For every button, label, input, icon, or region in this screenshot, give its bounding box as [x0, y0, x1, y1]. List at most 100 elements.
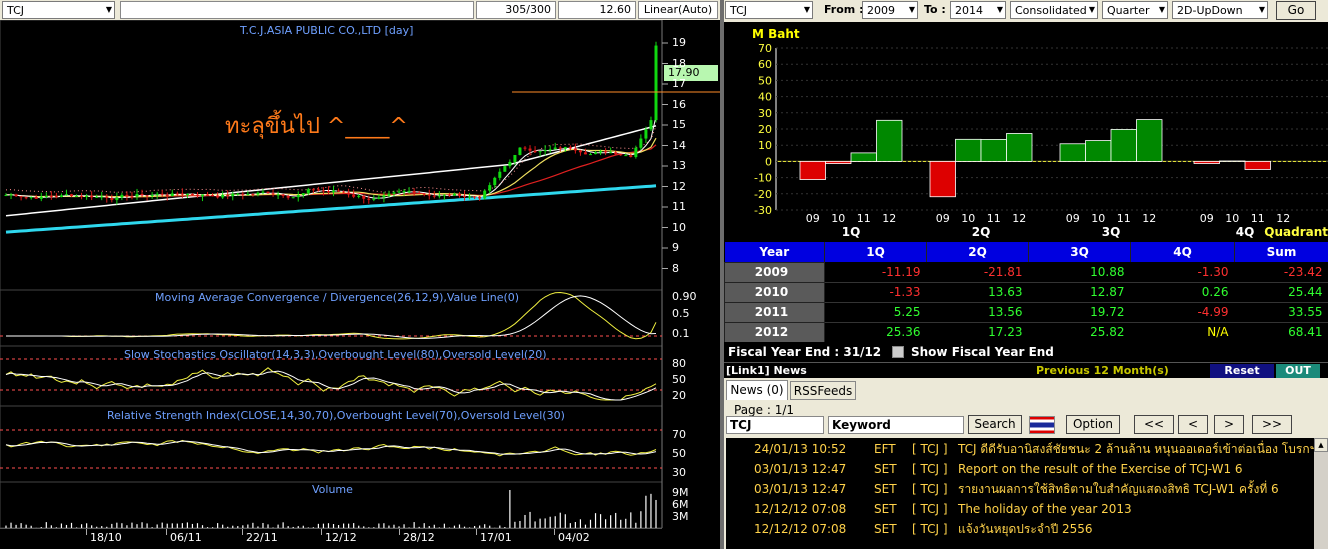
candle-body: [296, 195, 300, 198]
news-item[interactable]: 03/01/13 12:47 SET [ TCJ ] Report on the re…: [754, 459, 1243, 479]
keyword-input[interactable]: Keyword: [828, 416, 964, 434]
quarter-bar: [980, 139, 1007, 162]
candle-body: [583, 152, 587, 155]
y-tick: -30: [754, 204, 772, 217]
chevron-down-icon: ▼: [1158, 5, 1165, 14]
value-cell: 10.88: [1028, 262, 1131, 283]
table-header[interactable]: 4Q: [1130, 242, 1235, 262]
volume-panel[interactable]: [0, 482, 720, 528]
candle-body: [478, 196, 482, 199]
show-fiscal-checkbox[interactable]: [892, 346, 904, 358]
macd-tick: 0.1: [672, 327, 690, 340]
table-header[interactable]: Sum: [1234, 242, 1328, 262]
consolidated-combo[interactable]: Consolidated ▼: [1010, 1, 1098, 19]
news-sym: [ TCJ ]: [912, 482, 948, 496]
thai-flag-icon[interactable]: [1029, 416, 1055, 434]
go-button[interactable]: Go: [1276, 1, 1316, 20]
fund-symbol-combo[interactable]: TCJ ▼: [725, 1, 813, 19]
quarter-bar: [876, 119, 903, 162]
next-page-button[interactable]: >: [1214, 415, 1244, 434]
news-item[interactable]: 24/01/13 10:52 EFT [ TCJ ] TCJ ดีดีรับอานิส…: [754, 439, 1314, 459]
from-year-combo[interactable]: 2009 ▼: [862, 1, 918, 19]
candle-body: [649, 120, 653, 130]
scroll-up-icon[interactable]: ▲: [1314, 438, 1328, 452]
candle-body: [654, 45, 658, 121]
news-item[interactable]: 03/01/13 12:47 SET [ TCJ ] รายงานผลการใช้สิ…: [754, 479, 1279, 499]
candle-body: [614, 152, 618, 155]
table-row[interactable]: 2011 5.25 13.56 19.72 -4.99 33.55: [724, 301, 1328, 323]
candle-body: [120, 194, 124, 198]
group-label: 3Q: [1102, 225, 1121, 239]
table-header[interactable]: 3Q: [1028, 242, 1131, 262]
first-page-button[interactable]: <<: [1134, 415, 1174, 434]
table-header[interactable]: 1Q: [824, 242, 927, 262]
date-tick-mark: [242, 529, 243, 535]
candle-body: [387, 193, 391, 196]
candle-body: [75, 195, 79, 197]
candle-body: [523, 147, 527, 149]
candle-body: [392, 192, 396, 194]
quarter-bar: [825, 160, 852, 164]
candle-body: [14, 194, 18, 197]
date-tick-mark: [554, 529, 555, 535]
candle-body: [437, 195, 441, 197]
quarterly-chart[interactable]: 70 60 50 40 30 20 10 0 -10 -20 -30 09 10 11 12 1Q 09 10 11…: [724, 22, 1328, 242]
year-cell: 2011: [724, 301, 825, 323]
year-tick: 10: [831, 212, 845, 225]
price-panel[interactable]: [0, 20, 720, 290]
candle-body: [568, 147, 572, 149]
reset-button[interactable]: Reset: [1210, 364, 1274, 378]
news-scrollbar[interactable]: ▲: [1314, 438, 1328, 549]
candle-body: [639, 138, 643, 148]
tab-rssfeeds[interactable]: RSSFeeds: [790, 381, 856, 400]
candle-body: [427, 194, 431, 196]
table-header[interactable]: Year: [724, 242, 825, 262]
chart-mode-combo[interactable]: 2D-UpDown ▼: [1172, 1, 1268, 19]
option-button[interactable]: Option: [1066, 415, 1120, 434]
table-header[interactable]: 2Q: [926, 242, 1029, 262]
macd-tick: 0.90: [672, 290, 697, 303]
price-tick: 13: [672, 159, 686, 172]
volume-title: Volume: [312, 483, 353, 496]
stochastic-tick: 20: [672, 389, 686, 402]
date-tick-mark: [321, 529, 322, 535]
table-row[interactable]: 2009 -11.19 -21.81 10.88 -1.30 -23.42: [724, 261, 1328, 283]
price-tick: 17: [672, 77, 686, 90]
candle-body: [513, 154, 517, 162]
price-tick: 15: [672, 118, 686, 131]
candle-body: [44, 195, 48, 197]
quarter-table: Year 1Q 2Q 3Q 4Q Sum 2009 -11.19 -21.81 10.88 -1.…: [724, 242, 1328, 343]
candle-body: [130, 196, 134, 198]
table-row[interactable]: 2010 -1.33 13.63 12.87 0.26 25.44: [724, 281, 1328, 303]
y-tick: -20: [754, 188, 772, 201]
year-tick: 12: [1276, 212, 1290, 225]
chart-title: T.C.J.ASIA PUBLIC CO.,LTD [day]: [240, 24, 414, 37]
period-combo[interactable]: Quarter ▼: [1102, 1, 1168, 19]
news-item[interactable]: 12/12/12 07:08 SET [ TCJ ] แจ้งวันหยุดประจำ…: [754, 519, 1093, 539]
scale-mode[interactable]: Linear(Auto): [638, 1, 718, 19]
candle-body: [70, 194, 74, 197]
to-year-value: 2014: [955, 4, 983, 17]
news-symbol-input[interactable]: TCJ: [726, 416, 824, 434]
candle-body: [447, 194, 451, 196]
table-row[interactable]: 2012 25.36 17.23 25.82 N/A 68.41: [724, 321, 1328, 343]
candle-body: [100, 196, 104, 198]
to-year-combo[interactable]: 2014 ▼: [950, 1, 1006, 19]
date-tick-mark: [86, 529, 87, 535]
last-page-button[interactable]: >>: [1252, 415, 1292, 434]
prev-page-button[interactable]: <: [1178, 415, 1208, 434]
candle-body: [165, 194, 169, 197]
quarter-bar: [1059, 143, 1086, 162]
candle-body: [271, 193, 275, 195]
news-item[interactable]: 12/12/12 07:08 SET [ TCJ ] The holiday of t…: [754, 499, 1132, 519]
symbol-combo[interactable]: TCJ ▼: [2, 1, 115, 19]
macd-tick: 0.5: [672, 307, 690, 320]
blank-field: [120, 1, 474, 19]
candle-body: [352, 194, 356, 197]
out-button[interactable]: OUT: [1276, 364, 1320, 378]
tab-news[interactable]: News (0): [726, 380, 788, 400]
news-title: แจ้งวันหยุดประจำปี 2556: [958, 522, 1093, 536]
candle-body: [553, 147, 557, 150]
search-button[interactable]: Search: [968, 415, 1022, 434]
price-tick: 10: [672, 220, 686, 234]
